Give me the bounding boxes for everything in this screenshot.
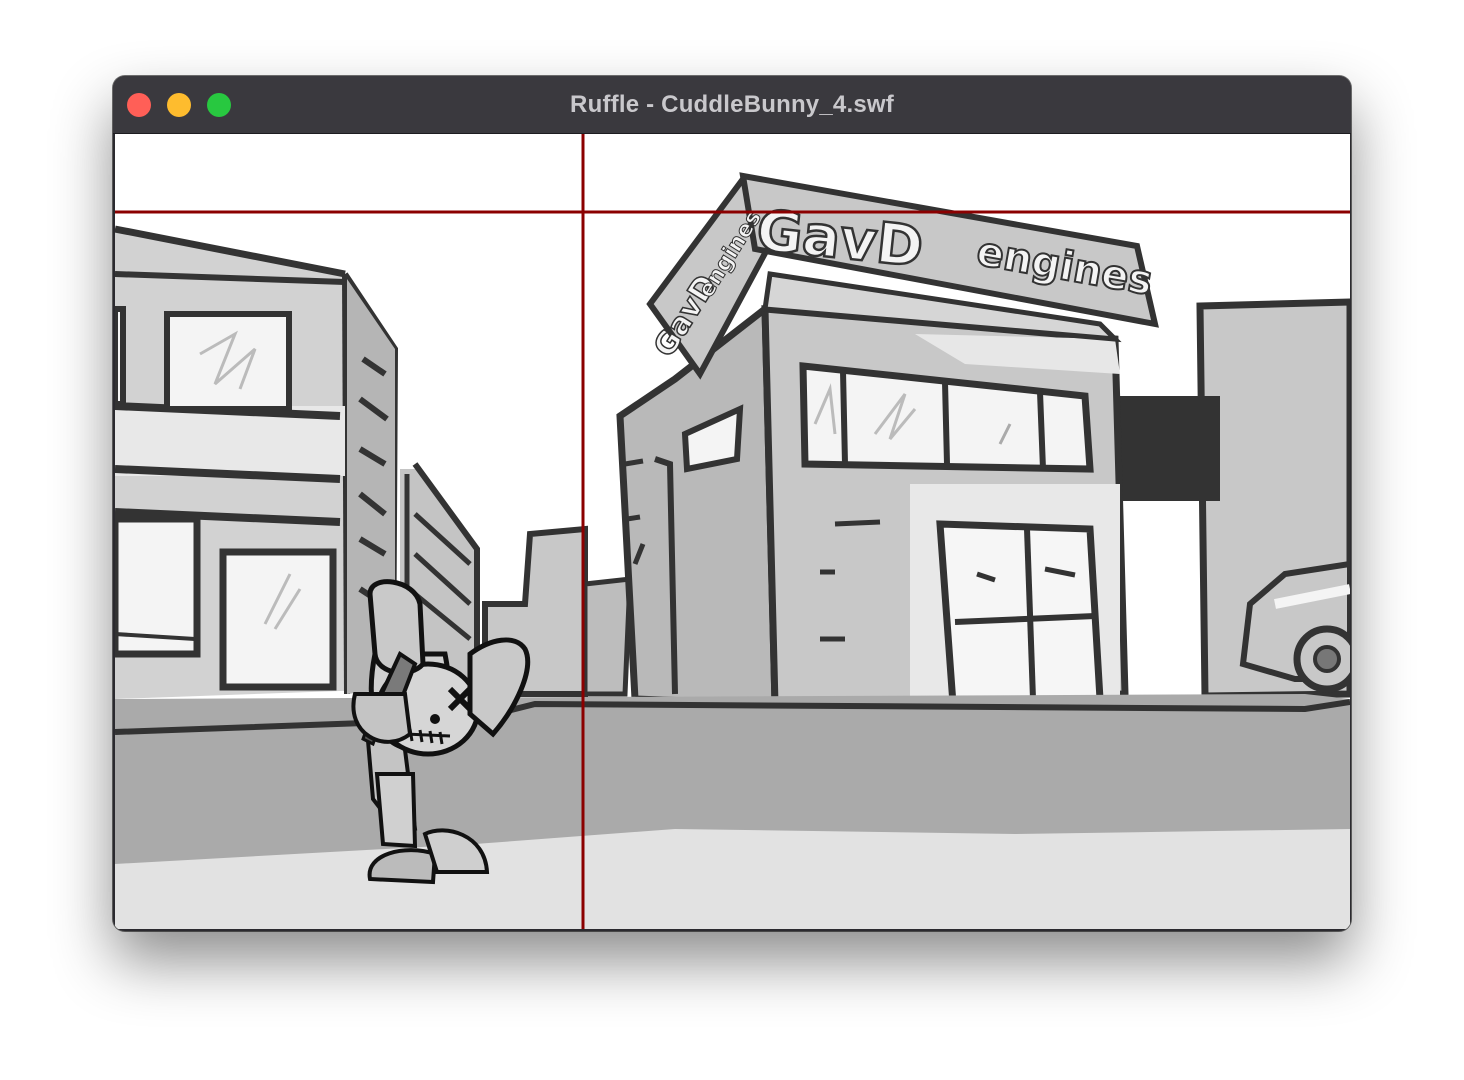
app-window: Ruffle - CuddleBunny_4.swf GavD engines … <box>113 76 1351 931</box>
title-bar[interactable]: Ruffle - CuddleBunny_4.swf <box>113 76 1351 134</box>
window-title: Ruffle - CuddleBunny_4.swf <box>570 91 894 118</box>
flash-stage[interactable]: GavD engines GavD engines <box>115 134 1350 929</box>
street <box>115 694 1350 929</box>
